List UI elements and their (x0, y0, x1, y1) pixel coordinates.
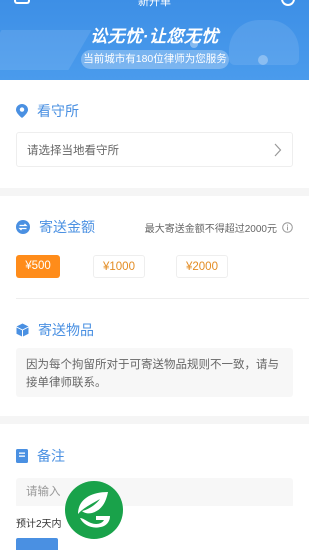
nav-title: 新开单 (138, 0, 171, 8)
exchange-icon (16, 220, 30, 234)
items-section-title: 寄送物品 (16, 320, 94, 340)
section-divider (0, 188, 309, 196)
chevron-right-icon (274, 143, 282, 157)
submit-button[interactable] (16, 538, 58, 550)
remark-title: 备注 (37, 448, 65, 464)
estimate-text: 预计2天内 (16, 519, 62, 530)
amount-limit-text: 最大寄送金额不得超过2000元 (144, 224, 277, 235)
items-notice: 因为每个拘留所对于可寄送物品规则不一致，请与接单律师联系。 (16, 348, 293, 397)
lawyer-count-badge: 当前城市有180位律师为您服务 (81, 50, 229, 69)
amount-title: 寄送金额 (39, 219, 95, 235)
note-icon (16, 449, 28, 463)
banner-decoration (258, 55, 268, 65)
section-divider (0, 416, 309, 424)
detention-placeholder: 请选择当地看守所 (27, 144, 119, 157)
header-banner: 新开单 讼无忧·让您无忧 当前城市有180位律师为您服务 (0, 0, 309, 80)
detention-select[interactable]: 请选择当地看守所 (16, 132, 293, 167)
amount-option-500[interactable]: ¥500 (16, 255, 60, 278)
amount-section-title: 寄送金额 (16, 217, 95, 237)
items-title: 寄送物品 (38, 322, 94, 338)
slogan: 讼无忧·让您无忧 (90, 27, 219, 46)
leaf-logo-icon (65, 481, 123, 539)
divider-line (16, 298, 309, 299)
amount-option-2000[interactable]: ¥2000 (176, 255, 228, 278)
detention-title: 看守所 (37, 103, 79, 119)
app-logo-watermark (64, 480, 124, 540)
detention-section-title: 看守所 (16, 101, 79, 121)
info-icon[interactable] (282, 222, 293, 233)
package-icon (16, 323, 29, 337)
amount-limit-note: 最大寄送金额不得超过2000元 (145, 220, 293, 235)
amount-option-1000[interactable]: ¥1000 (93, 255, 145, 278)
location-pin-icon (16, 104, 28, 118)
remark-input[interactable]: 请输入 (16, 478, 293, 508)
remark-section-title: 备注 (16, 446, 65, 466)
